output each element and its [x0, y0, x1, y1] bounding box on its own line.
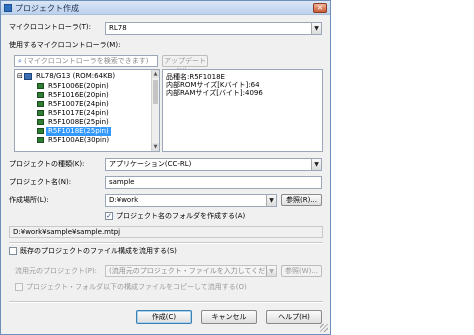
- mcu-search-placeholder: (マイクロコントローラを検索できます): [24, 57, 149, 65]
- mcu-info-panel: 品種名:R5F1018E 内部ROMサイズ[Kバイト]:64 内部RAMサイズ[…: [162, 69, 323, 152]
- tree-item[interactable]: R5F1017E(24pin): [37, 109, 111, 118]
- chevron-down-icon[interactable]: ▼: [311, 23, 321, 34]
- scroll-up-icon[interactable]: ▲: [152, 70, 159, 78]
- tree-item-label: R5F1006E(20pin): [48, 82, 109, 90]
- mcu-combobox[interactable]: RL78 ▼: [105, 22, 322, 35]
- info-ram-size: 内部RAMサイズ[バイト]:4096: [166, 89, 263, 97]
- info-rom-size: 内部ROMサイズ[Kバイト]:64: [166, 81, 260, 89]
- tree-item-label: R5F1007E(24pin): [48, 100, 109, 108]
- mcu-tree[interactable]: ⊟ RL78/G13 (ROM:64KB) R5F1006E(20pin) R5F…: [14, 69, 160, 152]
- tree-item-label: R5F1018E(25pin): [46, 127, 111, 136]
- create-folder-label: プロジェクト名のフォルダを作成する(A): [116, 212, 246, 220]
- project-name-input[interactable]: sample: [105, 176, 322, 189]
- tree-item-label: R5F1016E(20pin): [48, 91, 109, 99]
- tree-item[interactable]: R5F1006E(20pin): [37, 82, 111, 91]
- chip-icon: [37, 119, 44, 125]
- source-project-placeholder: (流用元のプロジェクト・ファイルを入力してください): [109, 267, 277, 275]
- source-project-label: 流用元のプロジェクト(P):: [15, 267, 98, 275]
- tree-item[interactable]: ⊟ RL78/G13 (ROM:64KB): [17, 72, 117, 81]
- tree-item-selected[interactable]: R5F1018E(25pin): [37, 127, 111, 136]
- browse-source-button[interactable]: 参照(W)...: [281, 265, 322, 277]
- project-path-value: D:¥work¥sample¥sample.mtpj: [13, 228, 121, 236]
- tree-item[interactable]: R5F1007E(24pin): [37, 100, 111, 109]
- search-icon: ⌕: [18, 57, 22, 65]
- update-button[interactable]: アップデート(U)...: [162, 55, 208, 75]
- scroll-thumb[interactable]: [153, 80, 158, 104]
- chevron-down-icon[interactable]: ▼: [311, 159, 321, 170]
- project-name-value: sample: [109, 178, 135, 186]
- tree-item[interactable]: R5F1008E(25pin): [37, 118, 111, 127]
- used-mcu-label: 使用するマイクロコントローラ(M):: [9, 41, 121, 49]
- separator: [9, 301, 323, 303]
- collapse-icon[interactable]: ⊟: [17, 72, 24, 81]
- separator: [9, 242, 323, 244]
- source-project-combobox[interactable]: (流用元のプロジェクト・ファイルを入力してください) ▼: [105, 265, 277, 277]
- chip-icon: [37, 83, 44, 89]
- tree-item-label: RL78/G13 (ROM:64KB): [36, 72, 116, 80]
- resize-grip-icon[interactable]: [320, 324, 328, 332]
- reuse-project-label: 既存のプロジェクトのファイル構成を流用する(S): [20, 247, 177, 255]
- tree-item[interactable]: R5F1016E(20pin): [37, 91, 111, 100]
- chip-icon: [37, 137, 44, 143]
- mcu-value: RL78: [109, 24, 127, 32]
- chip-icon: [37, 101, 44, 107]
- chevron-down-icon[interactable]: ▼: [266, 195, 276, 206]
- project-type-combobox[interactable]: アプリケーション(CC-RL) ▼: [105, 158, 322, 171]
- chip-icon: [37, 110, 44, 116]
- tree-scrollbar[interactable]: ▲ ▼: [151, 70, 159, 151]
- cancel-button[interactable]: キャンセル: [201, 310, 257, 324]
- help-button[interactable]: ヘルプ(H): [266, 310, 322, 324]
- chip-icon: [37, 92, 44, 98]
- create-button[interactable]: 作成(C): [136, 310, 192, 324]
- copy-files-label: プロジェクト・フォルダ以下の構成ファイルをコピーして流用する(O): [26, 283, 247, 291]
- browse-location-button[interactable]: 参照(R)...: [281, 194, 322, 206]
- chip-icon: [37, 128, 44, 134]
- tree-item[interactable]: R5F100AE(30pin): [37, 136, 111, 145]
- location-label: 作成場所(L):: [9, 196, 49, 204]
- location-value: D:¥work: [109, 196, 139, 204]
- location-combobox[interactable]: D:¥work ▼: [105, 194, 277, 207]
- window-title: プロジェクト作成: [15, 4, 79, 13]
- create-project-dialog: プロジェクト作成 × マイクロコントローラ(T): RL78 ▼ 使用するマイク…: [0, 0, 331, 335]
- app-icon: [4, 4, 12, 12]
- reuse-project-checkbox[interactable]: [9, 247, 17, 255]
- tree-item-label: R5F100AE(30pin): [48, 136, 110, 144]
- project-type-value: アプリケーション(CC-RL): [109, 160, 192, 168]
- copy-files-checkbox[interactable]: [15, 283, 23, 291]
- mcu-label: マイクロコントローラ(T):: [9, 23, 91, 31]
- tree-item-label: R5F1008E(25pin): [48, 118, 109, 126]
- chevron-down-icon[interactable]: ▼: [266, 266, 276, 276]
- microcontroller-family-icon: [24, 72, 32, 80]
- create-folder-checkbox[interactable]: [105, 212, 113, 220]
- scroll-down-icon[interactable]: ▼: [152, 143, 159, 151]
- project-name-label: プロジェクト名(N):: [9, 178, 72, 186]
- title-bar[interactable]: プロジェクト作成 ×: [1, 1, 330, 15]
- tree-item-label: R5F1017E(24pin): [48, 109, 109, 117]
- info-product-name: 品種名:R5F1018E: [166, 73, 225, 81]
- mcu-search-input[interactable]: ⌕ (マイクロコントローラを検索できます): [14, 55, 158, 67]
- close-button[interactable]: ×: [313, 3, 327, 13]
- project-type-label: プロジェクトの種類(K):: [9, 160, 85, 168]
- project-path-display: D:¥work¥sample¥sample.mtpj: [9, 226, 323, 238]
